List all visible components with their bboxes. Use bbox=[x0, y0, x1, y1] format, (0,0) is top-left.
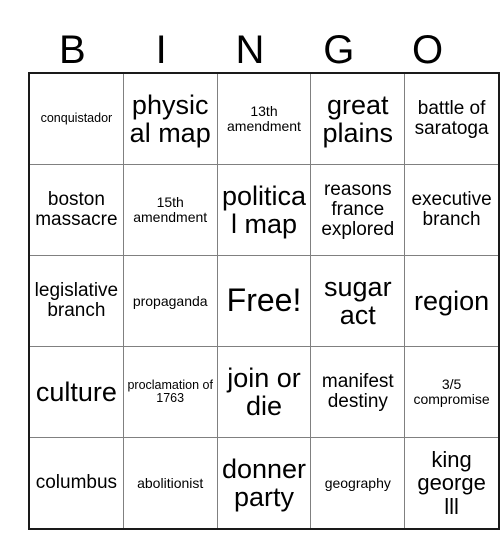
bingo-header-letter-n: N bbox=[235, 28, 265, 72]
bingo-cell-label: conquistador bbox=[40, 111, 113, 126]
bingo-cell-label: physical map bbox=[129, 89, 211, 148]
bingo-row: conquistador physical map 13th amendment… bbox=[28, 72, 500, 165]
bingo-cell-label: sugar act bbox=[324, 271, 392, 330]
bingo-cell[interactable]: 3/5 compromise bbox=[404, 346, 500, 438]
bingo-cell-label: 13th amendment bbox=[227, 103, 301, 134]
bingo-free-space-label: Free! bbox=[226, 282, 302, 319]
bingo-cell[interactable]: physical map bbox=[122, 72, 218, 165]
bingo-header-row: B I N G O bbox=[28, 14, 472, 72]
bingo-cell[interactable]: propaganda bbox=[122, 255, 218, 347]
bingo-cell-label: great plains bbox=[322, 89, 394, 148]
bingo-row: culture proclamation of 1763 join or die… bbox=[28, 346, 500, 438]
bingo-cell-label: region bbox=[414, 285, 490, 316]
bingo-cell-label: king george lll bbox=[417, 447, 486, 519]
bingo-cell[interactable]: abolitionist bbox=[122, 437, 218, 530]
bingo-cell[interactable]: boston massacre bbox=[28, 164, 124, 256]
bingo-header-letter-b: B bbox=[59, 28, 86, 72]
bingo-row: columbus abolitionist donner party geogr… bbox=[28, 437, 500, 530]
bingo-cell-label: geography bbox=[324, 474, 391, 491]
bingo-cell-label: reasons france explored bbox=[321, 179, 395, 240]
bingo-cell[interactable]: culture bbox=[28, 346, 124, 438]
bingo-cell-label: executive branch bbox=[411, 189, 492, 230]
bingo-row: boston massacre 15th amendment political… bbox=[28, 164, 500, 256]
bingo-cell-label: 15th amendment bbox=[133, 194, 208, 225]
bingo-cell-label: political map bbox=[221, 180, 307, 239]
bingo-cell[interactable]: 15th amendment bbox=[122, 164, 218, 256]
bingo-cell[interactable]: executive branch bbox=[404, 164, 500, 256]
bingo-cell-label: columbus bbox=[35, 472, 118, 494]
bingo-cell-label: donner party bbox=[221, 453, 307, 512]
bingo-cell-label: abolitionist bbox=[137, 474, 204, 491]
bingo-cell[interactable]: manifest destiny bbox=[310, 346, 406, 438]
bingo-cell-label: manifest destiny bbox=[321, 371, 394, 412]
bingo-card: B I N G O conquistador physical map 13th… bbox=[28, 14, 500, 530]
bingo-cell-label: propaganda bbox=[132, 292, 208, 309]
bingo-cell[interactable]: battle of saratoga bbox=[404, 72, 500, 165]
bingo-cell-label: join or die bbox=[227, 362, 301, 421]
bingo-row: legislative branch propaganda Free! suga… bbox=[28, 255, 500, 347]
bingo-cell[interactable]: geography bbox=[310, 437, 406, 530]
bingo-cell[interactable]: region bbox=[404, 255, 500, 347]
bingo-cell[interactable]: columbus bbox=[28, 437, 124, 530]
bingo-cell[interactable]: proclamation of 1763 bbox=[122, 346, 218, 438]
bingo-cell[interactable]: great plains bbox=[310, 72, 406, 165]
bingo-cell[interactable]: king george lll bbox=[404, 437, 500, 530]
bingo-cell-label: 3/5 compromise bbox=[413, 376, 490, 407]
bingo-header-letter-i: I bbox=[155, 28, 167, 72]
bingo-cell[interactable]: join or die bbox=[216, 346, 312, 438]
bingo-cell[interactable]: donner party bbox=[216, 437, 312, 530]
bingo-cell-label: legislative branch bbox=[34, 280, 119, 321]
bingo-cell[interactable]: 13th amendment bbox=[216, 72, 312, 165]
bingo-header-letter-o: O bbox=[412, 28, 444, 72]
bingo-cell[interactable]: sugar act bbox=[310, 255, 406, 347]
bingo-cell-label: proclamation of 1763 bbox=[127, 377, 213, 405]
bingo-header-letter-g: G bbox=[323, 28, 355, 72]
bingo-free-space[interactable]: Free! bbox=[216, 255, 312, 347]
bingo-cell[interactable]: legislative branch bbox=[28, 255, 124, 347]
bingo-grid: conquistador physical map 13th amendment… bbox=[28, 72, 500, 530]
bingo-cell[interactable]: reasons france explored bbox=[310, 164, 406, 256]
bingo-cell[interactable]: political map bbox=[216, 164, 312, 256]
bingo-cell-label: boston massacre bbox=[35, 189, 118, 230]
bingo-cell-label: culture bbox=[35, 376, 117, 407]
bingo-cell-label: battle of saratoga bbox=[414, 98, 489, 139]
bingo-cell[interactable]: conquistador bbox=[28, 72, 124, 165]
